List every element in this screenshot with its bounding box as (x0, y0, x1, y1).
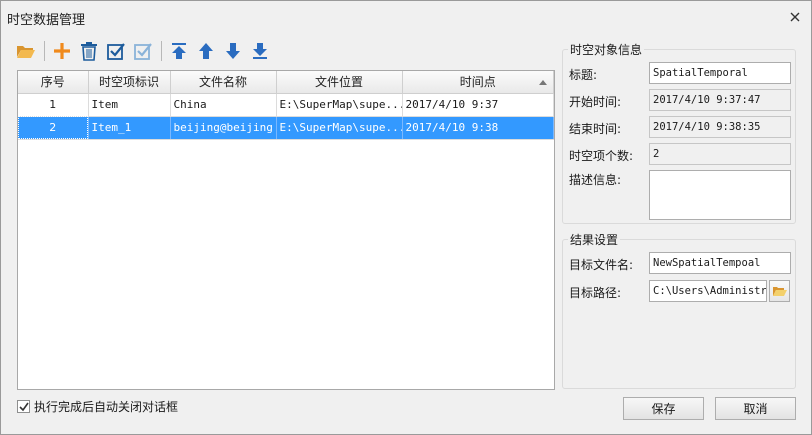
save-button[interactable]: 保存 (623, 397, 704, 420)
cell-item-id: Item (88, 93, 171, 117)
item-count-label: 时空项个数: (569, 149, 634, 163)
plus-icon (54, 43, 70, 59)
result-group-title: 结果设置 (568, 231, 621, 248)
close-button[interactable] (787, 9, 803, 25)
title-bar[interactable]: 时空数据管理 (1, 1, 811, 33)
cell-item-id: Item_1 (88, 116, 171, 140)
auto-close-option[interactable]: 执行完成后自动关闭对话框 (17, 398, 178, 415)
window-title: 时空数据管理 (7, 13, 86, 28)
move-up-button[interactable] (195, 40, 217, 62)
move-top-icon (172, 43, 186, 59)
invert-select-button[interactable] (132, 40, 154, 62)
cancel-button[interactable]: 取消 (715, 397, 796, 420)
move-top-button[interactable] (168, 40, 190, 62)
column-header-file-location[interactable]: 文件位置 (276, 71, 403, 94)
table-row[interactable]: 2 Item_1 beijing@beijing E:\SuperMap\sup… (18, 116, 554, 140)
target-path-label: 目标路径: (569, 286, 622, 300)
checkmark-icon (18, 402, 29, 411)
end-time-field: 2017/4/10 9:38:35 (649, 116, 791, 138)
move-bottom-icon (253, 43, 267, 59)
move-down-icon (226, 43, 240, 59)
cell-index: 2 (18, 116, 89, 140)
info-group-title: 时空对象信息 (568, 41, 645, 58)
toolbar-separator (44, 41, 45, 61)
toolbar-separator (161, 41, 162, 61)
auto-close-label: 执行完成后自动关闭对话框 (34, 400, 179, 414)
dialog-window: 时空数据管理 序号 时空项标识 文件名称 文件位置 时间点 1 Item Chi… (0, 0, 812, 435)
item-count-field: 2 (649, 143, 791, 165)
target-path-field[interactable]: C:\Users\Administrs (649, 280, 767, 302)
open-folder-icon (17, 46, 35, 58)
column-header-time[interactable]: 时间点 (402, 71, 554, 94)
trash-icon (81, 42, 97, 61)
start-time-label: 开始时间: (569, 95, 622, 109)
target-name-field[interactable]: NewSpatialTempoal (649, 252, 791, 274)
cell-file-name: beijing@beijing (170, 116, 277, 140)
title-field[interactable]: SpatialTemporal (649, 62, 791, 84)
move-bottom-button[interactable] (249, 40, 271, 62)
column-header-file-name[interactable]: 文件名称 (170, 71, 277, 94)
cell-file-location: E:\SuperMap\supe... (276, 116, 403, 140)
start-time-field: 2017/4/10 9:37:47 (649, 89, 791, 111)
open-folder-icon (772, 287, 787, 296)
cell-index: 1 (18, 93, 89, 117)
open-folder-button[interactable] (15, 40, 37, 62)
close-icon (790, 12, 800, 22)
title-label: 标题: (569, 68, 598, 82)
cell-file-location: E:\SuperMap\supe... (276, 93, 403, 117)
target-name-label: 目标文件名: (569, 258, 634, 272)
column-header-item-id[interactable]: 时空项标识 (88, 71, 171, 94)
cell-file-name: China (170, 93, 277, 117)
delete-item-button[interactable] (78, 40, 100, 62)
table-row[interactable]: 1 Item China E:\SuperMap\supe... 2017/4/… (18, 93, 554, 117)
invert-select-icon (134, 43, 152, 60)
add-item-button[interactable] (51, 40, 73, 62)
items-table[interactable]: 序号 时空项标识 文件名称 文件位置 时间点 1 Item China E:\S… (17, 70, 555, 390)
browse-path-button[interactable] (769, 280, 790, 302)
description-label: 描述信息: (569, 173, 622, 187)
select-all-button[interactable] (105, 40, 127, 62)
auto-close-checkbox[interactable] (17, 400, 30, 413)
move-down-button[interactable] (222, 40, 244, 62)
table-header-row: 序号 时空项标识 文件名称 文件位置 时间点 (18, 71, 554, 94)
toolbar (15, 37, 276, 65)
select-all-icon (107, 43, 125, 60)
cell-time: 2017/4/10 9:38 (402, 116, 554, 140)
cell-time: 2017/4/10 9:37 (402, 93, 554, 117)
end-time-label: 结束时间: (569, 122, 622, 136)
description-field[interactable] (649, 170, 791, 220)
move-up-icon (199, 43, 213, 59)
column-header-index[interactable]: 序号 (18, 71, 89, 94)
